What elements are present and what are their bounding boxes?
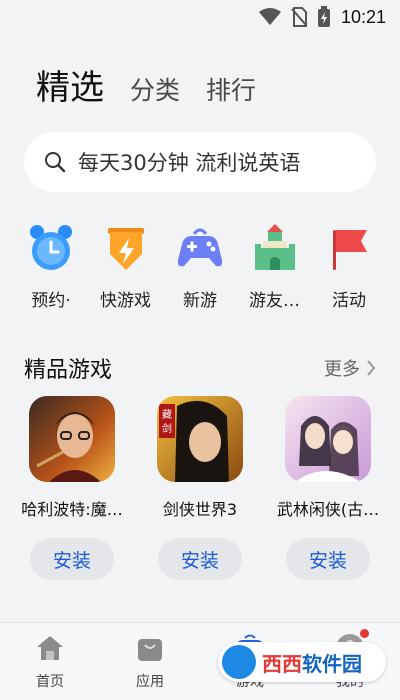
quick-link-fast-games[interactable]: 快游戏 (93, 222, 159, 311)
battery-charging-icon (317, 6, 330, 27)
wifi-icon (258, 8, 281, 25)
tab-featured[interactable]: 精选 (36, 60, 104, 109)
nav-label: 首页 (36, 674, 64, 690)
quick-link-events[interactable]: 活动 (316, 222, 382, 311)
install-button[interactable]: 安装 (286, 538, 370, 580)
tab-rankings[interactable]: 排行 (206, 71, 256, 107)
quick-link-new-games[interactable]: 新游 (167, 222, 233, 311)
nav-home[interactable]: 首页 (10, 631, 90, 691)
game-card[interactable]: 藏 剑 剑侠世界3 安装 (140, 396, 260, 580)
search-placeholder: 每天30分钟 流利说英语 (78, 151, 301, 175)
search-bar[interactable]: 每天30分钟 流利说英语 (24, 132, 376, 192)
top-tabs: 精选 分类 排行 (36, 60, 256, 109)
nav-apps[interactable]: 应用 (110, 631, 190, 691)
section-title: 精品游戏 (24, 358, 113, 383)
flag-icon (323, 222, 375, 274)
chevron-right-icon (367, 360, 376, 376)
quick-link-label: 预约· (31, 291, 71, 311)
watermark-logo-icon (222, 645, 256, 679)
quick-link-label: 游友… (249, 291, 300, 311)
tab-categories[interactable]: 分类 (130, 71, 180, 107)
game-card[interactable]: 武林闲侠(古… 安装 (268, 396, 388, 580)
quick-link-label: 活动 (332, 291, 366, 311)
search-icon (45, 152, 66, 173)
alarm-clock-icon (25, 222, 77, 274)
game-name: 武林闲侠(古… (276, 500, 380, 519)
watermark-text-1: 西西 (262, 651, 302, 676)
nav-label: 应用 (136, 674, 164, 690)
svg-text:藏: 藏 (162, 409, 172, 421)
quick-link-label: 新游 (183, 291, 217, 311)
game-card[interactable]: 哈利波特:魔… 安装 (12, 396, 132, 580)
install-button[interactable]: 安装 (30, 538, 114, 580)
game-icon-jianxia[interactable]: 藏 剑 (157, 396, 243, 482)
no-sim-icon (291, 7, 307, 27)
game-icon-wulin[interactable] (285, 396, 371, 482)
home-icon (33, 631, 67, 665)
more-link[interactable]: 更多 (324, 355, 376, 381)
game-icon-harry-potter[interactable] (29, 396, 115, 482)
status-time: 10:21 (340, 6, 386, 27)
watermark: 西西 软件园 (218, 642, 386, 682)
game-name: 哈利波特:魔… (21, 500, 123, 519)
status-icons: 10:21 (258, 6, 386, 28)
quick-link-label: 快游戏 (100, 291, 151, 311)
quick-links: 预约· 快游戏 新游 游友… 活动 (10, 222, 390, 311)
quick-link-gamer-town[interactable]: 游友… (242, 222, 308, 311)
game-name: 剑侠世界3 (162, 500, 238, 519)
shopping-bag-icon (133, 631, 167, 665)
featured-games: 哈利波特:魔… 安装 藏 剑 剑侠世界3 安装 武林闲侠(古… 安装 (12, 396, 388, 580)
watermark-text-2: 软件园 (302, 651, 362, 676)
svg-text:剑: 剑 (162, 422, 172, 435)
featured-header: 精品游戏 更多 (24, 352, 376, 384)
lightning-shield-icon (100, 222, 152, 274)
quick-link-reserve[interactable]: 预约· (18, 222, 84, 311)
install-button[interactable]: 安装 (158, 538, 242, 580)
status-bar: 10:21 (0, 0, 400, 36)
notification-dot (360, 629, 369, 638)
gamepad-icon (174, 222, 226, 274)
castle-icon (249, 222, 301, 274)
more-label: 更多 (324, 359, 360, 380)
